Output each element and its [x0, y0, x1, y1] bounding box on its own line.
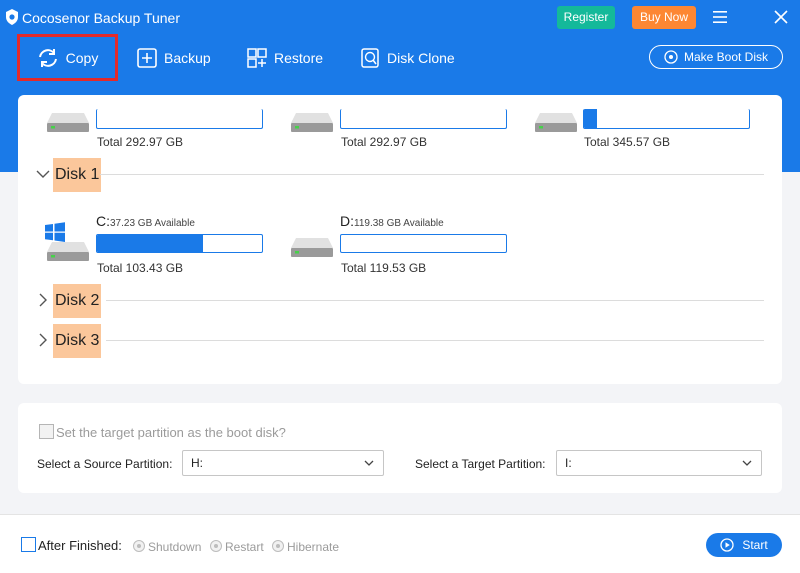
- start-button-label: Start: [742, 538, 768, 552]
- backup-tab-label: Backup: [164, 50, 211, 66]
- partition-d-label: D:119.38 GB Available: [340, 213, 444, 229]
- capacity-fill: [97, 235, 203, 252]
- capacity-fill: [584, 109, 598, 128]
- chevron-down-icon: [742, 460, 752, 466]
- hard-drive-icon: [47, 113, 89, 132]
- chevron-right-icon[interactable]: [38, 293, 48, 307]
- partition-available: 119.38 GB Available: [354, 218, 444, 229]
- hibernate-radio[interactable]: [272, 540, 284, 552]
- capacity-bar[interactable]: [340, 109, 507, 129]
- restore-tab-label: Restore: [274, 50, 324, 66]
- copy-options-panel: Set the target partition as the boot dis…: [18, 403, 782, 493]
- capacity-bar[interactable]: [96, 234, 263, 253]
- disk-2-label[interactable]: Disk 2: [53, 284, 102, 318]
- shutdown-radio-label: Shutdown: [148, 540, 202, 554]
- menu-icon[interactable]: [712, 9, 728, 25]
- capacity-bar[interactable]: [340, 234, 507, 253]
- total-size: Total 103.43 GB: [97, 261, 184, 275]
- divider: [100, 174, 764, 175]
- chevron-down-icon: [364, 460, 374, 466]
- disk-clone-tab-label: Disk Clone: [387, 50, 455, 66]
- hard-drive-icon: [535, 113, 577, 132]
- title-bar: Cocosenor Backup Tuner Register Buy Now: [0, 0, 800, 36]
- hard-drive-icon: [47, 242, 89, 261]
- restore-tab[interactable]: Restore: [247, 36, 323, 80]
- source-partition-value: H:: [191, 456, 203, 470]
- bottom-bar: After Finished: Shutdown Restart Hiberna…: [0, 514, 800, 573]
- backup-icon: [137, 48, 157, 68]
- restart-radio-label: Restart: [225, 540, 264, 554]
- restart-radio[interactable]: [210, 540, 222, 552]
- after-finished-label: After Finished:: [38, 538, 122, 553]
- make-boot-disk-label: Make Boot Disk: [683, 50, 769, 64]
- hard-drive-icon: [291, 113, 333, 132]
- play-icon: [720, 538, 734, 552]
- disk-clone-icon: [361, 48, 379, 68]
- register-button[interactable]: Register: [557, 6, 615, 29]
- copy-tab[interactable]: Copy: [17, 34, 118, 81]
- divider: [106, 340, 764, 341]
- app-title: Cocosenor Backup Tuner: [22, 10, 180, 26]
- hard-drive-icon: [291, 238, 333, 257]
- refresh-copy-icon: [38, 48, 57, 67]
- partition-letter: C:: [96, 213, 110, 229]
- start-button[interactable]: Start: [706, 533, 782, 557]
- app-logo-icon: [6, 9, 18, 25]
- disk-list-panel: Total 292.97 GB Total 292.97 GB Total 34…: [18, 95, 782, 384]
- chevron-down-icon[interactable]: [36, 169, 50, 179]
- windows-icon: [45, 222, 65, 242]
- shutdown-radio[interactable]: [133, 540, 145, 552]
- source-partition-label: Select a Source Partition:: [37, 457, 173, 471]
- total-size: Total 345.57 GB: [584, 135, 671, 149]
- boot-disk-icon: [664, 50, 678, 64]
- make-boot-disk-button[interactable]: Make Boot Disk: [649, 45, 783, 69]
- close-icon[interactable]: [773, 9, 789, 25]
- target-partition-value: I:: [565, 456, 572, 470]
- copy-tab-label: Copy: [65, 49, 99, 66]
- capacity-bar[interactable]: [96, 109, 263, 129]
- hibernate-radio-label: Hibernate: [287, 540, 340, 554]
- chevron-right-icon[interactable]: [38, 333, 48, 347]
- partition-letter: D:: [340, 213, 354, 229]
- total-size: Total 119.53 GB: [341, 261, 427, 275]
- disk-1-label[interactable]: Disk 1: [53, 158, 102, 192]
- capacity-bar[interactable]: [583, 109, 750, 129]
- restore-icon: [247, 48, 267, 68]
- disk-clone-tab[interactable]: Disk Clone: [360, 36, 455, 80]
- target-partition-label: Select a Target Partition:: [415, 457, 546, 471]
- backup-tab[interactable]: Backup: [137, 36, 211, 80]
- divider: [106, 300, 764, 301]
- after-finished-checkbox[interactable]: [21, 537, 36, 552]
- boot-disk-checkbox[interactable]: [39, 424, 54, 439]
- partition-available: 37.23 GB Available: [110, 218, 195, 229]
- total-size: Total 292.97 GB: [97, 135, 184, 149]
- disk-3-label[interactable]: Disk 3: [53, 324, 102, 358]
- boot-disk-checkbox-label: Set the target partition as the boot dis…: [56, 425, 286, 440]
- source-partition-select[interactable]: H:: [182, 450, 384, 476]
- buy-now-button[interactable]: Buy Now: [632, 6, 696, 29]
- target-partition-select[interactable]: I:: [556, 450, 762, 476]
- partition-c-label: C:37.23 GB Available: [96, 213, 195, 229]
- total-size: Total 292.97 GB: [341, 135, 428, 149]
